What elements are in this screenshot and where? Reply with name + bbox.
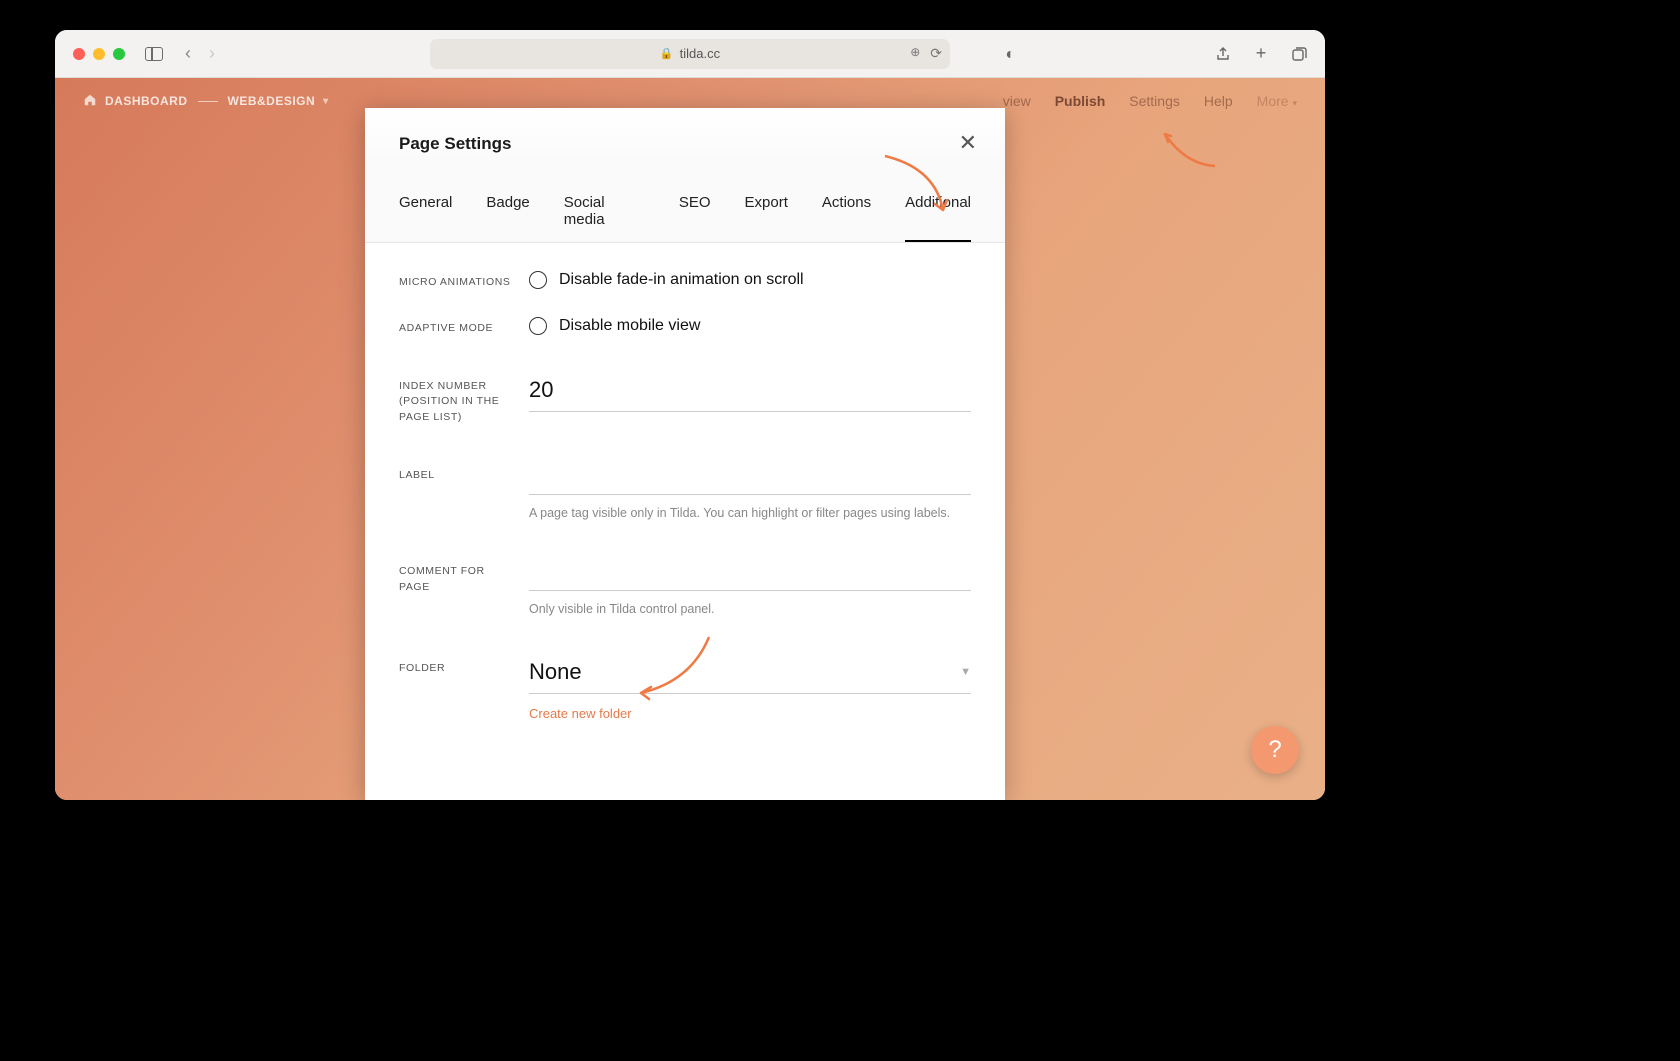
nav-preview[interactable]: view — [1003, 93, 1031, 109]
option-disable-mobile[interactable]: Disable mobile view — [529, 317, 971, 335]
nav-publish[interactable]: Publish — [1055, 93, 1106, 109]
tab-actions[interactable]: Actions — [822, 194, 871, 242]
help-fab-label: ? — [1268, 736, 1281, 764]
nav-help[interactable]: Help — [1204, 93, 1233, 109]
label-comment: COMMENT FOR PAGE — [399, 560, 529, 619]
forward-button[interactable]: › — [209, 43, 215, 64]
tab-general[interactable]: General — [399, 194, 452, 242]
nav-more[interactable]: More ▾ — [1257, 93, 1297, 109]
folder-value: None — [529, 659, 582, 685]
minimize-window-icon[interactable] — [93, 48, 105, 60]
nav-settings[interactable]: Settings — [1129, 93, 1180, 109]
index-number-input[interactable] — [529, 375, 971, 412]
breadcrumb-separator — [198, 101, 218, 102]
browser-nav: ‹ › — [185, 43, 215, 64]
row-comment: COMMENT FOR PAGE Only visible in Tilda c… — [399, 560, 971, 619]
maximize-window-icon[interactable] — [113, 48, 125, 60]
comment-input[interactable] — [529, 560, 971, 591]
tab-export[interactable]: Export — [745, 194, 788, 242]
breadcrumb-current[interactable]: WEB&DESIGN — [228, 94, 316, 108]
modal-body: MICRO ANIMATIONS Disable fade-in animati… — [365, 243, 1005, 773]
lock-icon: 🔒 — [660, 47, 674, 60]
row-label: LABEL A page tag visible only in Tilda. … — [399, 464, 971, 523]
share-icon[interactable] — [1215, 46, 1231, 62]
modal-title: Page Settings — [399, 134, 971, 154]
browser-window: ‹ › 🔒 tilda.cc ⊕ ⟳ ◐ + DASHBO — [55, 30, 1325, 800]
help-fab[interactable]: ? — [1251, 726, 1299, 774]
breadcrumb-root[interactable]: DASHBOARD — [105, 94, 188, 108]
label-label: LABEL — [399, 464, 529, 523]
tab-social[interactable]: Social media — [564, 194, 645, 242]
radio-icon — [529, 317, 547, 335]
radio-icon — [529, 271, 547, 289]
url-host: tilda.cc — [680, 46, 720, 61]
chevron-down-icon: ▾ — [1292, 98, 1297, 108]
label-adaptive-mode: ADAPTIVE MODE — [399, 317, 529, 337]
browser-actions: + — [1215, 46, 1307, 62]
sidebar-toggle-icon[interactable] — [145, 47, 163, 61]
modal-header: Page Settings ✕ — [365, 108, 1005, 164]
tab-badge[interactable]: Badge — [486, 194, 529, 242]
comment-help-text: Only visible in Tilda control panel. — [529, 601, 971, 619]
tab-additional[interactable]: Additional — [905, 194, 971, 242]
browser-toolbar: ‹ › 🔒 tilda.cc ⊕ ⟳ ◐ + — [55, 30, 1325, 78]
window-controls — [73, 48, 125, 60]
row-index-number: INDEX NUMBER (POSITION IN THE PAGE LIST) — [399, 375, 971, 426]
tab-seo[interactable]: SEO — [679, 194, 711, 242]
home-icon[interactable] — [83, 93, 97, 110]
label-index-number: INDEX NUMBER (POSITION IN THE PAGE LIST) — [399, 375, 529, 426]
close-icon[interactable]: ✕ — [959, 130, 977, 156]
modal-tabs: General Badge Social media SEO Export Ac… — [365, 164, 1005, 243]
url-bar[interactable]: 🔒 tilda.cc ⊕ ⟳ — [430, 39, 950, 69]
close-window-icon[interactable] — [73, 48, 85, 60]
new-tab-icon[interactable]: + — [1253, 46, 1269, 62]
row-adaptive-mode: ADAPTIVE MODE Disable mobile view — [399, 317, 971, 337]
option-disable-fadein[interactable]: Disable fade-in animation on scroll — [529, 271, 971, 289]
translate-icon[interactable]: ⊕ — [910, 45, 920, 62]
create-new-folder-link[interactable]: Create new folder — [529, 706, 632, 721]
option-disable-fadein-label: Disable fade-in animation on scroll — [559, 271, 804, 289]
label-input[interactable] — [529, 464, 971, 495]
page-settings-modal: Page Settings ✕ General Badge Social med… — [365, 108, 1005, 800]
folder-select[interactable]: None ▼ — [529, 657, 971, 694]
row-folder: FOLDER None ▼ Create new folder — [399, 657, 971, 723]
back-button[interactable]: ‹ — [185, 43, 191, 64]
option-disable-mobile-label: Disable mobile view — [559, 317, 700, 335]
app-surface: DASHBOARD WEB&DESIGN ▾ view Publish Sett… — [55, 78, 1325, 800]
header-nav: view Publish Settings Help More ▾ — [1003, 93, 1297, 109]
tabs-overview-icon[interactable] — [1291, 46, 1307, 62]
label-micro-animations: MICRO ANIMATIONS — [399, 271, 529, 291]
reload-icon[interactable]: ⟳ — [930, 45, 942, 62]
label-help-text: A page tag visible only in Tilda. You ca… — [529, 505, 971, 523]
chevron-down-icon: ▼ — [960, 666, 971, 678]
chevron-down-icon[interactable]: ▾ — [323, 96, 329, 107]
url-actions: ⊕ ⟳ — [910, 45, 942, 62]
label-folder: FOLDER — [399, 657, 529, 723]
privacy-shield-icon[interactable]: ◐ — [1005, 46, 1015, 64]
row-micro-animations: MICRO ANIMATIONS Disable fade-in animati… — [399, 271, 971, 291]
annotation-arrow-settings — [1155, 126, 1235, 176]
